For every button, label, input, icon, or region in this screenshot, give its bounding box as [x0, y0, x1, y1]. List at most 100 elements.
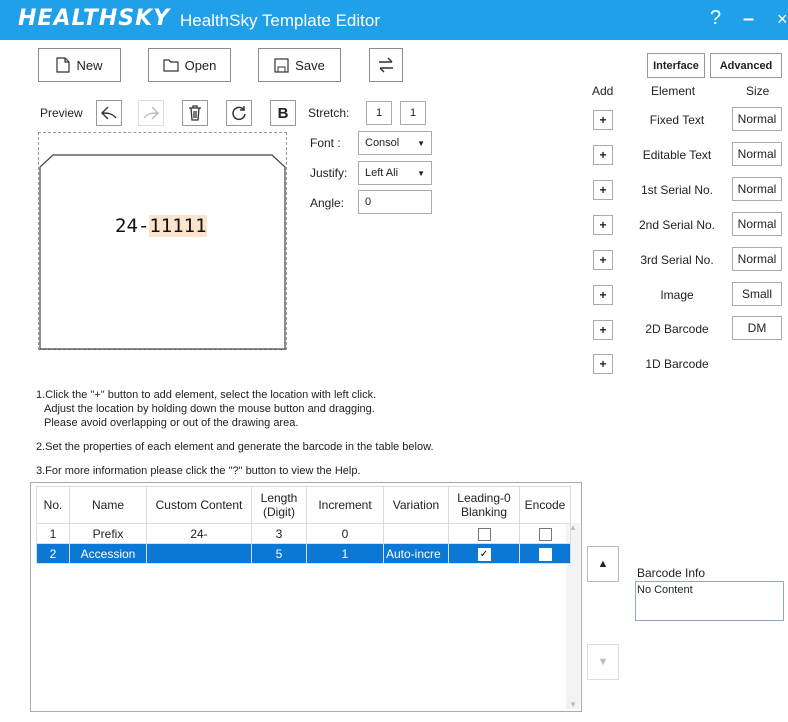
move-up-button[interactable]: ▲: [587, 546, 619, 582]
help-button[interactable]: ?: [710, 7, 721, 30]
encode-checkbox[interactable]: [538, 527, 552, 541]
table-row-selected[interactable]: 2 Accession 5 1 Auto-incre ✓: [36, 543, 571, 564]
justify-select[interactable]: Left Ali ▼: [358, 161, 432, 185]
scroll-down-icon[interactable]: ▼: [566, 700, 580, 709]
element-image: Image: [660, 288, 694, 302]
redo-icon: [143, 106, 159, 120]
instruction-3: 3.For more information please click the …: [36, 465, 361, 477]
undo-icon: [101, 106, 117, 120]
preview-label: Preview: [40, 106, 83, 120]
size-header: Size: [746, 84, 770, 98]
swap-button[interactable]: [369, 48, 403, 82]
col-length: Length (Digit): [251, 486, 307, 524]
cell-variation[interactable]: Auto-incre: [383, 543, 449, 564]
size-editable-text[interactable]: Normal: [732, 142, 782, 166]
cell-leading[interactable]: ✓: [448, 543, 520, 564]
add-fixed-text-button[interactable]: +: [593, 110, 613, 130]
add-image-button[interactable]: +: [593, 285, 613, 305]
add-editable-text-button[interactable]: +: [593, 145, 613, 165]
cell-name[interactable]: Accession: [69, 543, 147, 564]
table-header-row: No. Name Custom Content Length (Digit) In…: [36, 486, 571, 524]
arrow-up-icon: ▲: [597, 558, 609, 570]
element-table: No. Name Custom Content Length (Digit) In…: [36, 486, 571, 564]
cell-name[interactable]: Prefix: [69, 523, 147, 544]
barcode-info-box: No Content: [635, 581, 784, 621]
label-outline: [39, 154, 286, 350]
size-1st-serial[interactable]: Normal: [732, 177, 782, 201]
save-button[interactable]: Save: [258, 48, 341, 82]
cell-encode[interactable]: [519, 543, 571, 564]
leading-checkbox[interactable]: [477, 527, 491, 541]
cell-leading[interactable]: [448, 523, 520, 544]
angle-field[interactable]: 0: [358, 190, 432, 214]
refresh-icon: [232, 106, 246, 121]
swap-arrows-icon: [379, 57, 393, 73]
move-down-button[interactable]: ▼: [587, 644, 619, 680]
close-button[interactable]: ×: [777, 9, 788, 30]
add-3rd-serial-button[interactable]: +: [593, 250, 613, 270]
add-1d-barcode-button[interactable]: +: [593, 354, 613, 374]
font-select[interactable]: Consol ▼: [358, 131, 432, 155]
app-logo: HEALTHSKY: [18, 6, 171, 31]
trash-icon: [189, 105, 201, 121]
open-button[interactable]: Open: [148, 48, 231, 82]
element-1d-barcode: 1D Barcode: [645, 357, 709, 371]
cell-custom[interactable]: 24-: [146, 523, 252, 544]
new-button[interactable]: New: [38, 48, 121, 82]
col-variation: Variation: [383, 486, 449, 524]
save-label: Save: [295, 57, 325, 73]
stretch-x-field[interactable]: 1: [366, 101, 392, 125]
leading-checkbox-checked[interactable]: ✓: [477, 547, 491, 561]
cell-length[interactable]: 5: [251, 543, 307, 564]
interface-button[interactable]: Interface: [647, 53, 705, 78]
col-length-2: (Digit): [263, 505, 295, 519]
table-row[interactable]: 1 Prefix 24- 3 0: [36, 523, 571, 544]
element-3rd-serial: 3rd Serial No.: [640, 253, 714, 267]
redo-button[interactable]: [138, 100, 164, 126]
instruction-2: 2.Set the properties of each element and…: [36, 441, 434, 453]
col-no: No.: [36, 486, 70, 524]
cell-variation[interactable]: [383, 523, 449, 544]
canvas-text[interactable]: 24-11111: [115, 215, 207, 237]
save-icon: [274, 57, 289, 73]
stretch-y-field[interactable]: 1: [400, 101, 426, 125]
size-3rd-serial[interactable]: Normal: [732, 247, 782, 271]
cell-length[interactable]: 3: [251, 523, 307, 544]
arrow-down-icon: ▼: [597, 656, 609, 668]
size-2d-barcode[interactable]: DM: [732, 316, 782, 340]
add-2nd-serial-button[interactable]: +: [593, 215, 613, 235]
drawing-area[interactable]: 24-11111: [38, 132, 287, 350]
minimize-button[interactable]: –: [743, 8, 754, 31]
add-2d-barcode-button[interactable]: +: [593, 320, 613, 340]
barcode-info-label: Barcode Info: [637, 566, 706, 580]
font-value: Consol: [365, 137, 400, 149]
col-name: Name: [69, 486, 147, 524]
encode-checkbox[interactable]: [538, 547, 552, 561]
cell-custom[interactable]: [146, 543, 252, 564]
size-fixed-text[interactable]: Normal: [732, 107, 782, 131]
col-length-1: Length: [260, 491, 298, 505]
bold-button[interactable]: B: [270, 100, 296, 126]
open-label: Open: [184, 57, 217, 73]
chevron-down-icon: ▼: [417, 138, 425, 148]
element-fixed-text: Fixed Text: [649, 113, 705, 127]
size-image[interactable]: Small: [732, 282, 782, 306]
instruction-1c: Please avoid overlapping or out of the d…: [44, 417, 299, 429]
col-leading-2: Blanking: [460, 505, 508, 519]
font-label: Font :: [310, 136, 341, 150]
size-2nd-serial[interactable]: Normal: [732, 212, 782, 236]
cell-increment[interactable]: 0: [306, 523, 384, 544]
element-1st-serial: 1st Serial No.: [640, 183, 714, 197]
canvas-prefix: 24-: [115, 215, 150, 237]
col-custom: Custom Content: [146, 486, 252, 524]
col-leading: Leading-0 Blanking: [448, 486, 520, 524]
cell-encode[interactable]: [519, 523, 571, 544]
undo-button[interactable]: [96, 100, 122, 126]
element-editable-text: Editable Text: [642, 148, 712, 162]
element-2d-barcode: 2D Barcode: [645, 322, 709, 336]
add-1st-serial-button[interactable]: +: [593, 180, 613, 200]
refresh-button[interactable]: [226, 100, 252, 126]
cell-increment[interactable]: 1: [306, 543, 384, 564]
advanced-button[interactable]: Advanced: [710, 53, 782, 78]
delete-button[interactable]: [182, 100, 208, 126]
